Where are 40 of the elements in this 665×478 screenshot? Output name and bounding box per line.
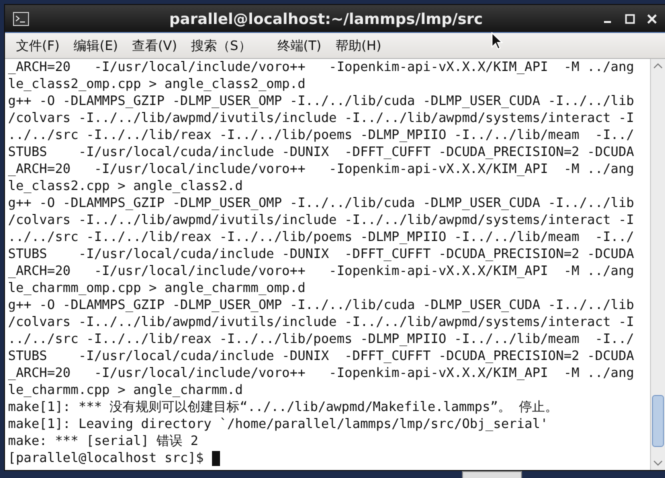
terminal-line: make[1]: *** 没有规则可以创建目标“../../lib/awpmd/Makefile.lammps”。 停止。 (8, 399, 559, 416)
terminal-line: make[1]: Leaving directory `/home/parallel/lammps/lmp/src/Obj_serial' (8, 416, 550, 433)
scrollbar[interactable] (650, 59, 665, 470)
scroll-up-icon[interactable] (653, 62, 663, 70)
terminal-icon (13, 12, 29, 26)
window-title: parallel@localhost:~/lammps/lmp/src (168, 10, 484, 28)
scroll-down-icon[interactable] (653, 459, 663, 467)
terminal-line: _ARCH=20 -I/usr/local/include/voro++ -Iopenkim-api-vX.X.X/KIM_API -M ../ang (8, 263, 636, 280)
maximize-icon[interactable] (625, 14, 635, 24)
menu-item[interactable]: 文件(F) (11, 34, 65, 56)
menu-item[interactable]: 搜索（S） (186, 34, 256, 56)
scrollbar-thumb[interactable] (652, 395, 664, 447)
terminal-line: ../../src -I../../lib/reax -I../../lib/poems -DLMP_MPIIO -I../../lib/meam -I../ (8, 331, 636, 348)
menu-item[interactable]: 查看(V) (126, 34, 182, 56)
terminal-line: STUBS -I/usr/local/cuda/include -DUNIX -DFFT_CUFFT -DCUDA_PRECISION=2 -DCUDA (8, 348, 636, 365)
terminal-line: /colvars -I../../lib/awpmd/ivutils/include -I../../lib/awpmd/systems/interact -I (8, 314, 636, 331)
terminal-line: /colvars -I../../lib/awpmd/ivutils/include -I../../lib/awpmd/systems/interact -I (8, 110, 636, 127)
mouse-pointer-icon (491, 32, 503, 50)
terminal-line: _ARCH=20 -I/usr/local/include/voro++ -Iopenkim-api-vX.X.X/KIM_API -M ../ang (8, 161, 636, 178)
terminal-line: le_class2.cpp > angle_class2.d (8, 178, 244, 195)
terminal-line: ../../src -I../../lib/reax -I../../lib/poems -DLMP_MPIIO -I../../lib/meam -I../ (8, 127, 636, 144)
terminal-line: make: *** [serial] 错误 2 (8, 433, 200, 450)
terminal-line: g++ -O -DLAMMPS_GZIP -DLMP_USER_OMP -I../../lib/cuda -DLMP_USER_CUDA -I../../lib (8, 297, 636, 314)
terminal-line: STUBS -I/usr/local/cuda/include -DUNIX -DFFT_CUFFT -DCUDA_PRECISION=2 -DCUDA (8, 246, 636, 263)
menu-item[interactable]: 编辑(E) (68, 34, 123, 56)
menu-item[interactable]: 终端(T) (272, 34, 326, 56)
shell-prompt: [parallel@localhost src]$ (8, 450, 205, 467)
terminal-line: g++ -O -DLAMMPS_GZIP -DLMP_USER_OMP -I../../lib/cuda -DLMP_USER_CUDA -I../../lib (8, 93, 636, 110)
terminal-line: ../../src -I../../lib/reax -I../../lib/poems -DLMP_MPIIO -I../../lib/meam -I../ (8, 229, 636, 246)
text-cursor (212, 451, 220, 466)
close-icon[interactable] (647, 14, 657, 24)
terminal-line: le_charmm.cpp > angle_charmm.d (8, 382, 244, 399)
terminal-line: _ARCH=20 -I/usr/local/include/voro++ -Iopenkim-api-vX.X.X/KIM_API -M ../ang (8, 365, 636, 382)
terminal-line: le_charmm_omp.cpp > angle_charmm_omp.d (8, 280, 306, 297)
menu-item[interactable]: 帮助(H) (330, 34, 386, 56)
terminal-line: STUBS -I/usr/local/cuda/include -DUNIX -DFFT_CUFFT -DCUDA_PRECISION=2 -DCUDA (8, 144, 636, 161)
terminal-line: g++ -O -DLAMMPS_GZIP -DLMP_USER_OMP -I../../lib/cuda -DLMP_USER_CUDA -I../../lib (8, 195, 636, 212)
terminal-line: _ARCH=20 -I/usr/local/include/voro++ -Iopenkim-api-vX.X.X/KIM_API -M ../ang (8, 59, 636, 76)
terminal-line: /colvars -I../../lib/awpmd/ivutils/include -I../../lib/awpmd/systems/interact -I (8, 212, 636, 229)
terminal-line: le_class2_omp.cpp > angle_class2_omp.d (8, 76, 306, 93)
